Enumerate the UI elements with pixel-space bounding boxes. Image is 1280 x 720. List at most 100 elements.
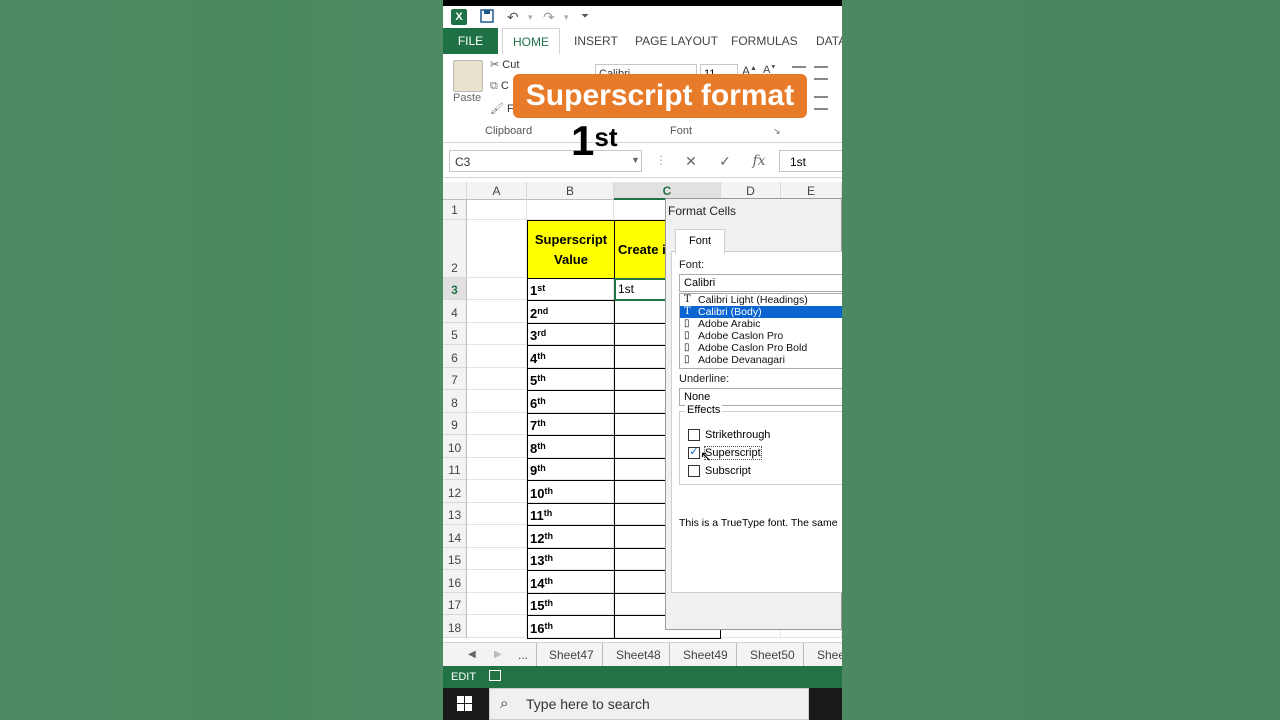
tab-font[interactable]: Font	[675, 229, 725, 254]
font-list-item[interactable]: T Calibri Light (Headings)	[680, 294, 842, 306]
value-cell[interactable]: 10th	[527, 480, 615, 504]
row-header[interactable]: 6	[443, 345, 467, 368]
name-box-dropdown-icon[interactable]: ▼	[631, 155, 640, 165]
value-cell[interactable]: 12th	[527, 525, 615, 549]
row-header[interactable]: 8	[443, 390, 467, 413]
subscript-checkbox-row[interactable]: Subscript	[688, 465, 751, 477]
grid-cell[interactable]	[467, 480, 527, 503]
grid-cell[interactable]	[467, 503, 527, 525]
save-icon[interactable]	[480, 9, 494, 26]
grid-cell[interactable]	[467, 300, 527, 323]
insert-function-button[interactable]: fx	[747, 151, 771, 171]
grid-cell[interactable]	[467, 200, 527, 220]
grid-cell[interactable]	[527, 200, 614, 220]
font-list-item[interactable]: ▯ Adobe Arabic	[680, 318, 842, 330]
grid-cell[interactable]	[467, 220, 527, 278]
font-name-input[interactable]: Calibri	[679, 274, 842, 292]
subscript-checkbox[interactable]	[688, 465, 700, 477]
value-cell[interactable]: 13th	[527, 548, 615, 571]
sheet-tab-49[interactable]: Sheet49	[675, 643, 737, 667]
grid-cell[interactable]	[467, 593, 527, 615]
macro-record-icon[interactable]	[489, 670, 501, 681]
row-header[interactable]: 11	[443, 458, 467, 480]
cut-button[interactable]: ✂ Cut	[490, 58, 519, 71]
value-cell[interactable]: 2nd	[527, 300, 615, 324]
tab-data[interactable]: DATA	[816, 28, 842, 54]
grid-cell[interactable]	[467, 413, 527, 435]
col-header-b[interactable]: B	[527, 182, 614, 200]
tab-page-layout[interactable]: PAGE LAYOUT	[635, 28, 718, 54]
paste-button-label[interactable]: Paste	[453, 92, 481, 104]
row-header[interactable]: 10	[443, 435, 467, 458]
sheet-tab-47[interactable]: Sheet47	[541, 643, 603, 667]
value-cell[interactable]: 4th	[527, 345, 615, 369]
tab-insert[interactable]: INSERT	[574, 28, 618, 54]
tab-home[interactable]: HOME	[502, 28, 560, 55]
prev-sheet-icon[interactable]: ◀	[468, 643, 476, 667]
paste-icon[interactable]	[453, 60, 483, 92]
row-header[interactable]: 16	[443, 570, 467, 593]
sheet-tab-48[interactable]: Sheet48	[608, 643, 670, 667]
sheet-tab-50[interactable]: Sheet50	[742, 643, 804, 667]
font-list-item[interactable]: T Calibri (Body)	[680, 306, 842, 318]
cancel-icon[interactable]: ✕	[679, 151, 703, 171]
value-cell[interactable]: 5th	[527, 368, 615, 391]
sheet-tab-more[interactable]: ...	[510, 643, 538, 667]
superscript-checkbox[interactable]: ✓	[688, 447, 700, 459]
value-cell[interactable]: 8th	[527, 435, 615, 459]
row-header[interactable]: 18	[443, 615, 467, 638]
row-header[interactable]: 12	[443, 480, 467, 503]
formula-input[interactable]: 1st	[779, 150, 842, 172]
value-cell[interactable]: 14th	[527, 570, 615, 594]
row-header[interactable]: 1	[443, 200, 467, 220]
row-header[interactable]: 4	[443, 300, 467, 323]
row-header[interactable]: 5	[443, 323, 467, 345]
tab-formulas[interactable]: FORMULAS	[731, 28, 798, 54]
row-header[interactable]: 13	[443, 503, 467, 525]
sheet-tab-next[interactable]: Shee	[809, 643, 842, 667]
copy-button[interactable]: ⧉ C	[490, 80, 509, 93]
value-cell[interactable]: 1st	[527, 278, 615, 301]
row-header[interactable]: 2	[443, 220, 467, 278]
next-sheet-icon[interactable]: ▶	[494, 643, 502, 667]
font-dialog-launcher-icon[interactable]: ↘	[773, 126, 781, 137]
redo-dropdown-icon[interactable]: ▾	[564, 9, 569, 25]
col-header-a[interactable]: A	[467, 182, 527, 200]
taskbar-search[interactable]: ⌕ Type here to search	[489, 688, 809, 720]
row-header[interactable]: 17	[443, 593, 467, 615]
grid-cell[interactable]	[467, 390, 527, 413]
row-header[interactable]: 7	[443, 368, 467, 390]
font-list[interactable]: T Calibri Light (Headings) T Calibri (Body)…	[679, 293, 842, 369]
grid-cell[interactable]	[467, 435, 527, 458]
font-list-item[interactable]: ▯ Adobe Caslon Pro	[680, 330, 842, 342]
superscript-checkbox-row[interactable]: ✓ Superscript	[688, 446, 762, 460]
grid-cell[interactable]	[467, 323, 527, 345]
row-header[interactable]: 3	[443, 278, 467, 300]
grid-cell[interactable]	[467, 458, 527, 480]
grid-cell[interactable]	[467, 345, 527, 368]
enter-icon[interactable]: ✓	[713, 151, 737, 171]
font-list-item[interactable]: ▯ Adobe Caslon Pro Bold	[680, 342, 842, 354]
value-cell[interactable]: 7th	[527, 413, 615, 436]
windows-start-icon[interactable]	[457, 696, 473, 712]
redo-icon[interactable]: ↷	[543, 9, 555, 25]
value-cell[interactable]: 16th	[527, 615, 615, 639]
grid-cell[interactable]	[467, 525, 527, 548]
format-painter-button[interactable]: 🖌 F	[490, 102, 514, 115]
row-header[interactable]: 9	[443, 413, 467, 435]
value-cell[interactable]: 3rd	[527, 323, 615, 346]
strikethrough-checkbox[interactable]	[688, 429, 700, 441]
grid-cell[interactable]	[467, 368, 527, 390]
grid-cell[interactable]	[467, 548, 527, 570]
value-cell[interactable]: 6th	[527, 390, 615, 414]
undo-dropdown-icon[interactable]: ▾	[528, 9, 533, 25]
grid-cell[interactable]	[467, 278, 527, 300]
row-header[interactable]: 15	[443, 548, 467, 570]
value-cell[interactable]: 9th	[527, 458, 615, 481]
align-middle-icon[interactable]	[814, 66, 828, 80]
font-list-item[interactable]: ▯ Adobe Devanagari	[680, 354, 842, 366]
undo-icon[interactable]: ↶	[507, 9, 519, 25]
value-cell[interactable]: 11th	[527, 503, 615, 526]
strikethrough-checkbox-row[interactable]: Strikethrough	[688, 429, 770, 441]
value-cell[interactable]: 15th	[527, 593, 615, 616]
